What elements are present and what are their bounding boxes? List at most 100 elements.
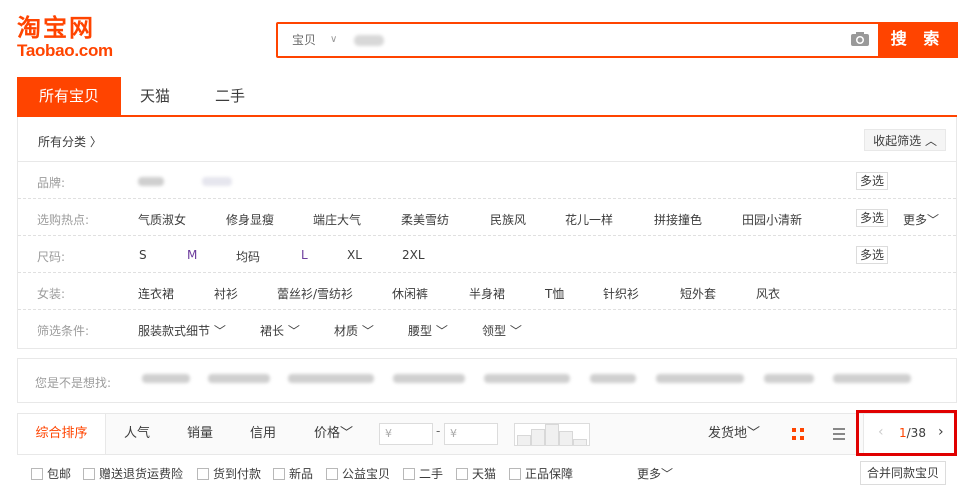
chevron-down-icon: ∨ — [330, 34, 338, 45]
filter-label: 女装: — [37, 287, 66, 301]
sort-popularity[interactable]: 人气 — [124, 414, 150, 454]
condition-dropdown[interactable]: 裙长 ﹀ — [260, 322, 300, 339]
checkbox-label: 货到付款 — [213, 467, 262, 481]
filter-option[interactable]: 连衣裙 — [138, 285, 174, 302]
search-bar: 宝贝 ∨ 搜 索 — [276, 22, 958, 58]
filter-panel: 品牌: 多选 选购热点: 气质淑女 修身显瘦 端庄大气 柔美雪纺 民族风 花儿一… — [17, 162, 957, 349]
suggestion-blurred[interactable] — [484, 374, 570, 383]
search-query-blurred — [354, 35, 384, 46]
all-categories-link[interactable]: 所有分类 〉 — [38, 133, 102, 150]
filter-option[interactable]: XL — [347, 248, 362, 262]
checkbox-free-shipping[interactable]: 包邮 — [31, 465, 71, 482]
checkbox-label: 赠送退货运费险 — [99, 467, 184, 481]
filter-option[interactable]: L — [301, 248, 308, 262]
price-range-dash: - — [436, 424, 441, 438]
tab-second-hand[interactable]: 二手 — [210, 77, 250, 115]
logo-en: Taobao.com — [17, 41, 113, 60]
filter-row-hot: 选购热点: 气质淑女 修身显瘦 端庄大气 柔美雪纺 民族风 花儿一样 拼接撞色 … — [18, 199, 956, 236]
suggestion-blurred[interactable] — [656, 374, 744, 383]
checkbox-return-insurance[interactable]: 赠送退货运费险 — [83, 465, 183, 482]
sort-price[interactable]: 价格﹀ — [314, 414, 353, 454]
search-button[interactable]: 搜 索 — [878, 22, 958, 58]
search-scope-label: 宝贝 — [292, 33, 317, 47]
filter-row-womens-wear: 女装: 连衣裙 衬衫 蕾丝衫/雪纺衫 休闲裤 半身裙 T恤 针织衫 短外套 风衣 — [18, 273, 956, 310]
filter-option[interactable]: 田园小清新 — [742, 211, 802, 228]
checkbox-tmall[interactable]: 天猫 — [456, 465, 496, 482]
suggestion-blurred[interactable] — [142, 374, 190, 383]
did-you-mean-label: 您是不是想找: — [35, 376, 112, 390]
more-options-button[interactable]: 更多﹀ — [903, 211, 939, 228]
filter-option[interactable]: 修身显瘦 — [226, 211, 274, 228]
filter-option[interactable]: 风衣 — [756, 285, 780, 302]
checkbox-second-hand[interactable]: 二手 — [403, 465, 443, 482]
filter-option[interactable]: 端庄大气 — [313, 211, 361, 228]
sort-bar: 综合排序 人气 销量 信用 价格﹀ ¥ - ¥ 发货地﹀ ‹ 1/38 › — [17, 413, 957, 455]
filter-option[interactable]: 气质淑女 — [138, 211, 186, 228]
suggestion-blurred[interactable] — [833, 374, 911, 383]
suggestion-blurred[interactable] — [590, 374, 636, 383]
sort-credit[interactable]: 信用 — [250, 414, 276, 454]
pager-highlight-box — [856, 410, 957, 456]
tab-all-items[interactable]: 所有宝贝 — [17, 77, 121, 115]
condition-dropdown[interactable]: 服装款式细节 ﹀ — [138, 322, 226, 339]
grid-view-icon[interactable] — [792, 428, 804, 440]
taobao-logo[interactable]: 淘宝网 Taobao.com — [17, 14, 127, 66]
filter-label: 尺码: — [37, 250, 66, 264]
filter-row-size: 尺码: S M 均码 L XL 2XL 多选 — [18, 236, 956, 273]
checkbox-genuine[interactable]: 正品保障 — [509, 465, 573, 482]
search-input[interactable] — [348, 24, 868, 56]
sort-sales[interactable]: 销量 — [187, 414, 213, 454]
search-scope-dropdown[interactable]: 宝贝 ∨ — [278, 24, 348, 56]
multi-select-button[interactable]: 多选 — [856, 172, 889, 190]
checkbox-cash-on-delivery[interactable]: 货到付款 — [197, 465, 261, 482]
filter-row-conditions: 筛选条件: 服装款式细节 ﹀ 裙长 ﹀ 材质 ﹀ 腰型 ﹀ 领型 ﹀ — [18, 310, 956, 347]
price-min-input[interactable]: ¥ — [379, 423, 433, 445]
filter-option[interactable]: M — [187, 248, 197, 262]
multi-select-button[interactable]: 多选 — [856, 246, 889, 264]
camera-icon[interactable] — [850, 31, 870, 47]
sort-default[interactable]: 综合排序 — [18, 414, 106, 454]
merge-same-items-button[interactable]: 合并同款宝贝 — [860, 461, 947, 485]
tab-tmall[interactable]: 天猫 — [135, 77, 175, 115]
brand-option-blurred[interactable] — [202, 177, 232, 186]
filter-option[interactable]: 花儿一样 — [565, 211, 613, 228]
condition-dropdown[interactable]: 领型 ﹀ — [482, 322, 522, 339]
filter-option[interactable]: 休闲裤 — [392, 285, 428, 302]
multi-select-button[interactable]: 多选 — [856, 209, 889, 227]
condition-dropdown[interactable]: 材质 ﹀ — [334, 322, 374, 339]
category-breadcrumb-row: 所有分类 〉 收起筛选 ︿ — [17, 117, 957, 162]
collapse-filters-button[interactable]: 收起筛选 ︿ — [864, 129, 946, 151]
checkbox-label: 新品 — [289, 467, 314, 481]
ship-from-dropdown[interactable]: 发货地﹀ — [708, 414, 760, 454]
filter-label: 品牌: — [37, 176, 66, 190]
condition-dropdown[interactable]: 腰型 ﹀ — [408, 322, 448, 339]
price-distribution-chart[interactable] — [514, 423, 590, 446]
filter-option[interactable]: 民族风 — [490, 211, 526, 228]
logo-cn: 淘宝网 — [17, 14, 95, 42]
suggestion-blurred[interactable] — [288, 374, 374, 383]
filter-row-brand: 品牌: 多选 — [18, 162, 956, 199]
filter-label: 选购热点: — [37, 213, 90, 227]
filter-option[interactable]: 拼接撞色 — [654, 211, 702, 228]
filter-option[interactable]: 柔美雪纺 — [401, 211, 449, 228]
filter-option[interactable]: 均码 — [236, 248, 260, 265]
filter-option[interactable]: 针织衫 — [603, 285, 639, 302]
brand-option-blurred[interactable] — [138, 177, 164, 186]
price-max-input[interactable]: ¥ — [444, 423, 498, 445]
filter-option[interactable]: 蕾丝衫/雪纺衫 — [277, 285, 353, 302]
more-checkboxes-button[interactable]: 更多﹀ — [637, 465, 673, 482]
filter-option[interactable]: 半身裙 — [469, 285, 505, 302]
suggestion-blurred[interactable] — [393, 374, 465, 383]
filter-option[interactable]: T恤 — [545, 285, 564, 302]
filter-option[interactable]: S — [139, 248, 147, 262]
checkbox-label: 公益宝贝 — [342, 467, 391, 481]
suggestion-blurred[interactable] — [208, 374, 270, 383]
filter-option[interactable]: 2XL — [402, 248, 425, 262]
checkbox-new[interactable]: 新品 — [273, 465, 313, 482]
suggestion-blurred[interactable] — [764, 374, 814, 383]
filter-option[interactable]: 短外套 — [680, 285, 716, 302]
list-view-icon[interactable] — [833, 428, 845, 440]
checkbox-charity[interactable]: 公益宝贝 — [326, 465, 390, 482]
checkbox-label: 天猫 — [472, 467, 497, 481]
filter-option[interactable]: 衬衫 — [214, 285, 238, 302]
